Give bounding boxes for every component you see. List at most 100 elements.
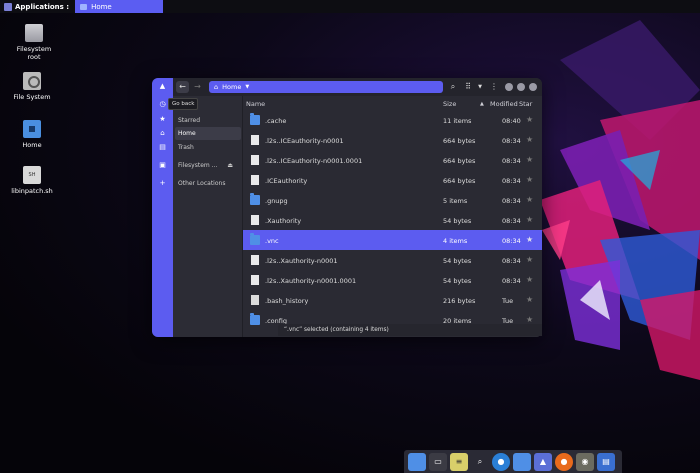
selection-status: “.vnc” selected (containing 4 items) <box>278 324 542 336</box>
file-list: Name Size ▲ Modified Star .cache 11 items… <box>243 96 542 337</box>
app-icon[interactable]: ▲ <box>534 452 552 471</box>
file-name: .l2s..ICEauthority-n0001.0001 <box>265 157 363 165</box>
close-button[interactable] <box>529 83 537 91</box>
file-size: 11 items <box>443 117 472 125</box>
file-row[interactable]: .l2s..ICEauthority-n0001 664 bytes 08:34 ★ <box>243 130 542 150</box>
path-label: Home <box>222 83 242 91</box>
file-name: .Xauthority <box>265 217 302 225</box>
column-modified[interactable]: Modified <box>490 100 518 108</box>
drive-icon <box>25 24 43 42</box>
file-icon <box>251 175 259 185</box>
file-row[interactable]: .ICEauthority 664 bytes 08:34 ★ <box>243 170 542 190</box>
sort-up-icon: ▲ <box>480 101 484 107</box>
sidebar-item-trash[interactable]: Trash <box>175 141 241 154</box>
star-icon[interactable]: ★ <box>526 255 533 264</box>
firefox-icon[interactable]: ● <box>555 452 573 471</box>
file-row-selected[interactable]: .vnc 4 items 08:34 ★ <box>243 230 542 250</box>
desktop-icon-filesystem-root[interactable]: Filesystem root <box>4 24 64 61</box>
desktop-icon-script[interactable]: SH libinpatch.sh <box>2 166 62 195</box>
back-button[interactable]: ← <box>176 81 189 93</box>
forward-button[interactable]: → <box>191 81 204 93</box>
star-icon[interactable]: ★ <box>526 155 533 164</box>
star-icon[interactable]: ★ <box>526 175 533 184</box>
files-icon[interactable] <box>408 452 426 471</box>
file-modified: 08:34 <box>502 197 521 205</box>
file-icon <box>251 255 259 265</box>
folder-icon <box>80 3 88 10</box>
menu-icon[interactable]: ⋮ <box>489 81 499 93</box>
star-icon[interactable]: ★ <box>526 195 533 204</box>
star-icon[interactable]: ★ <box>526 115 533 124</box>
star-icon[interactable]: ★ <box>526 215 533 224</box>
search-icon[interactable]: ⌕ <box>448 81 458 93</box>
file-name: .ICEauthority <box>265 177 308 185</box>
notes-icon[interactable]: ≡ <box>450 452 468 471</box>
star-icon[interactable]: ★ <box>159 116 166 123</box>
file-row[interactable]: .Xauthority 54 bytes 08:34 ★ <box>243 210 542 230</box>
file-row[interactable]: .gnupg 5 items 08:34 ★ <box>243 190 542 210</box>
file-modified: 08:34 <box>502 157 521 165</box>
editor-icon[interactable]: ▤ <box>597 452 615 471</box>
sidebar-item-filesystem[interactable]: Filesystem ... ⏏ <box>175 159 241 172</box>
trash-icon[interactable]: ▤ <box>159 144 166 151</box>
recent-icon[interactable]: ◷ <box>159 101 166 108</box>
minimize-button[interactable] <box>505 83 513 91</box>
folder-icon[interactable] <box>513 452 531 471</box>
file-row[interactable]: .cache 11 items 08:40 ★ <box>243 110 542 130</box>
file-size: 216 bytes <box>443 297 476 305</box>
file-row[interactable]: .bash_history 216 bytes Tue ★ <box>243 290 542 310</box>
home-icon[interactable]: ⌂ <box>159 130 166 137</box>
maximize-button[interactable] <box>517 83 525 91</box>
applications-menu-button[interactable]: Applications : <box>0 0 73 13</box>
star-icon[interactable]: ★ <box>526 275 533 284</box>
plus-icon[interactable]: + <box>159 180 166 187</box>
gimp-icon[interactable]: ◉ <box>576 452 594 471</box>
star-icon[interactable]: ★ <box>526 315 533 324</box>
path-bar[interactable]: ⌂ Home ▼ <box>209 81 443 93</box>
sidebar-item-starred[interactable]: Starred <box>175 114 241 127</box>
sidebar-item-label: Starred <box>178 117 201 124</box>
folder-icon <box>250 193 260 205</box>
column-star[interactable]: Star <box>519 100 532 108</box>
drive-icon[interactable]: ▣ <box>159 162 166 169</box>
search-icon[interactable]: ⌕ <box>471 452 489 471</box>
top-panel: Applications : Home <box>0 0 700 13</box>
folder-icon <box>250 113 260 125</box>
terminal-icon[interactable]: ▭ <box>429 452 447 471</box>
file-row[interactable]: .l2s..Xauthority-n0001 54 bytes 08:34 ★ <box>243 250 542 270</box>
taskbar-home-window[interactable]: Home <box>75 0 164 13</box>
sidebar-item-home[interactable]: Home <box>175 127 241 140</box>
file-name: .bash_history <box>265 297 309 305</box>
sidebar-item-label: Home <box>178 130 196 137</box>
file-row[interactable]: .l2s..Xauthority-n0001.0001 54 bytes 08:34… <box>243 270 542 290</box>
file-modified: 08:34 <box>502 137 521 145</box>
text-file-icon <box>251 295 259 305</box>
folder-icon <box>250 233 260 245</box>
desktop-icon-home[interactable]: Home <box>2 120 62 149</box>
file-name: .l2s..Xauthority-n0001 <box>265 257 338 265</box>
sidebar: Starred Home Trash Filesystem ... ⏏ Other… <box>173 96 243 337</box>
file-row[interactable]: .l2s..ICEauthority-n0001.0001 664 bytes 08… <box>243 150 542 170</box>
star-icon[interactable]: ★ <box>526 295 533 304</box>
applications-label: Applications : <box>15 2 70 11</box>
file-modified: Tue <box>502 297 514 305</box>
file-modified: 08:34 <box>502 177 521 185</box>
desktop-icon-label: Filesystem root <box>16 45 52 61</box>
star-icon[interactable]: ★ <box>526 135 533 144</box>
file-size: 54 bytes <box>443 277 472 285</box>
eject-icon[interactable]: ⏏ <box>227 159 233 172</box>
app-logo-icon: ▲ <box>159 82 166 90</box>
side-rail: ▲ ◷ ★ ⌂ ▤ ▣ + <box>152 78 173 337</box>
chromium-icon[interactable]: ● <box>492 452 510 471</box>
star-icon[interactable]: ★ <box>526 235 533 244</box>
column-name[interactable]: Name <box>246 100 265 108</box>
tooltip: Go back <box>168 98 199 110</box>
file-modified: 08:40 <box>502 117 521 125</box>
sidebar-item-label: Filesystem ... <box>178 162 218 169</box>
sidebar-item-other-locations[interactable]: Other Locations <box>175 177 241 190</box>
view-toggle-icon[interactable]: ⠿ <box>463 81 473 93</box>
chevron-down-icon[interactable]: ▼ <box>475 81 485 93</box>
column-size[interactable]: Size <box>443 100 456 108</box>
desktop-icon-file-system[interactable]: File System <box>2 72 62 101</box>
folder-icon <box>250 313 260 325</box>
